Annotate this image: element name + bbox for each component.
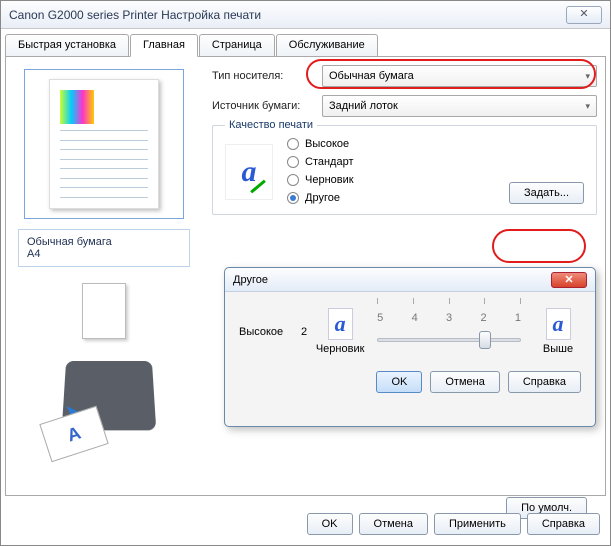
slider-high-end: a Выше: [535, 308, 581, 355]
slider-draft-end: a Черновик: [317, 308, 363, 355]
dialog-buttons: OK Отмена Справка: [239, 371, 581, 393]
titlebar: Canon G2000 series Printer Настройка печ…: [1, 1, 610, 29]
preview-media: Обычная бумага: [27, 236, 181, 248]
slider-left-caption: Высокое: [239, 326, 291, 338]
window-title: Canon G2000 series Printer Настройка печ…: [9, 8, 261, 22]
quality-radios: Высокое Стандарт Черновик Другое: [287, 138, 354, 204]
high-glyph-icon: a: [546, 308, 571, 340]
settings-column: Тип носителя: Обычная бумага Источник бу…: [212, 65, 597, 215]
dialog-title: Другое: [233, 274, 268, 286]
quality-group: Качество печати a Высокое Стандарт Черно…: [212, 125, 597, 215]
tab-service[interactable]: Обслуживание: [276, 34, 378, 57]
dialog-ok-button[interactable]: OK: [376, 371, 422, 393]
print-settings-window: Canon G2000 series Printer Настройка печ…: [0, 0, 611, 546]
quality-set-button[interactable]: Задать...: [509, 182, 584, 204]
dialog-help-button[interactable]: Справка: [508, 371, 581, 393]
tab-panel-main: Обычная бумага A4 ➤ A Тип носителя: Обыч…: [5, 56, 606, 496]
other-quality-dialog: Другое ✕ Высокое 2 a Черновик 5 4 3: [224, 267, 596, 427]
tab-main[interactable]: Главная: [130, 34, 198, 57]
tab-page[interactable]: Страница: [199, 34, 275, 57]
page-preview: [24, 69, 184, 219]
help-button[interactable]: Справка: [527, 513, 600, 535]
radio-draft[interactable]: Черновик: [287, 174, 354, 186]
ok-button[interactable]: OK: [307, 513, 353, 535]
dialog-titlebar: Другое ✕: [225, 268, 595, 292]
dialog-body: Высокое 2 a Черновик 5 4 3 2 1: [225, 292, 595, 403]
draft-glyph-icon: a: [328, 308, 353, 340]
orientation-icon: [82, 283, 126, 339]
slider-scale: 5 4 3 2 1: [373, 312, 525, 324]
paper-source-value: Задний лоток: [329, 100, 398, 112]
tab-strip: Быстрая установка Главная Страница Обслу…: [5, 33, 606, 56]
media-type-value: Обычная бумага: [329, 70, 414, 82]
media-type-label: Тип носителя:: [212, 70, 316, 82]
tab-quick-setup[interactable]: Быстрая установка: [5, 34, 129, 57]
preview-meta: Обычная бумага A4: [18, 229, 190, 267]
close-icon: ✕: [564, 273, 573, 286]
quality-group-title: Качество печати: [225, 119, 317, 131]
slider-track: [377, 338, 521, 342]
slider-draft-label: Черновик: [316, 343, 365, 355]
radio-standard[interactable]: Стандарт: [287, 156, 354, 168]
preview-column: Обычная бумага A4 ➤ A: [14, 69, 194, 469]
radio-other[interactable]: Другое: [287, 192, 354, 204]
row-media-type: Тип носителя: Обычная бумага: [212, 65, 597, 87]
page-lines-icon: [60, 130, 148, 198]
annotation-set-button-circle: [492, 229, 586, 263]
apply-button[interactable]: Применить: [434, 513, 521, 535]
cancel-button[interactable]: Отмена: [359, 513, 428, 535]
paper-source-label: Источник бумаги:: [212, 100, 316, 112]
preview-size: A4: [27, 248, 181, 260]
dialog-cancel-button[interactable]: Отмена: [430, 371, 499, 393]
printer-icon: ➤ A: [34, 359, 174, 469]
color-swatch-icon: [60, 90, 94, 124]
radio-high[interactable]: Высокое: [287, 138, 354, 150]
window-close-button[interactable]: ✕: [566, 6, 602, 24]
paper-source-combo[interactable]: Задний лоток: [322, 95, 597, 117]
slider-high-label: Выше: [543, 343, 573, 355]
quality-slider[interactable]: 5 4 3 2 1: [373, 308, 525, 342]
slider-current-value: 2: [301, 326, 307, 338]
media-type-combo[interactable]: Обычная бумага: [322, 65, 597, 87]
window-footer-buttons: OK Отмена Применить Справка: [307, 513, 600, 535]
slider-thumb[interactable]: [479, 331, 491, 349]
printer-paper-icon: A: [39, 406, 108, 463]
dialog-close-button[interactable]: ✕: [551, 272, 587, 288]
quality-sample-icon: a: [225, 144, 273, 200]
row-paper-source: Источник бумаги: Задний лоток: [212, 95, 597, 117]
page-preview-sheet: [49, 79, 159, 209]
close-icon: ✕: [579, 9, 588, 20]
